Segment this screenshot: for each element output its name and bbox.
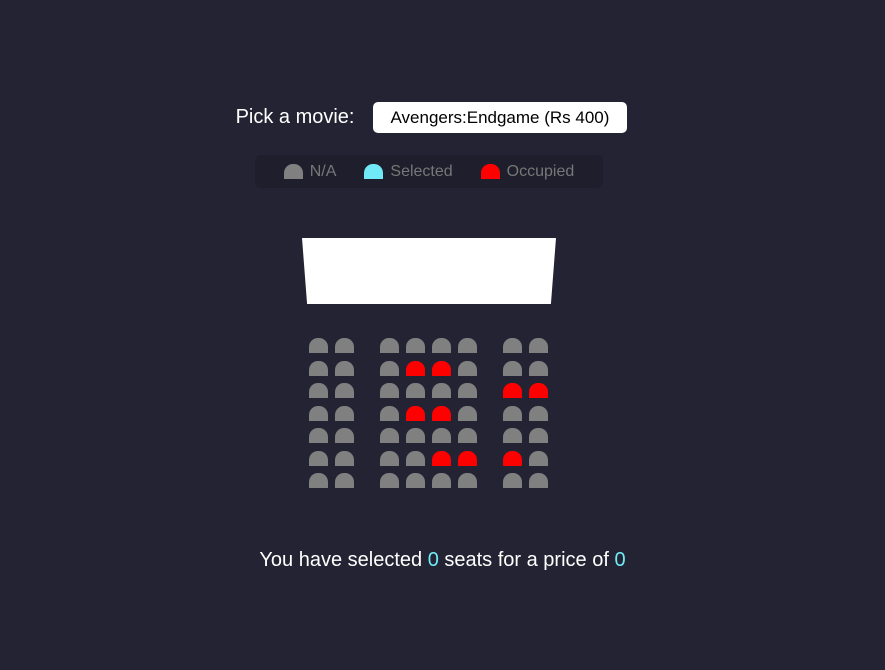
- legend-na-label: N/A: [309, 162, 337, 180]
- selection-summary: You have selected 0 seats for a price of…: [0, 549, 885, 572]
- movie-select-value: Avengers:Endgame (Rs 400): [390, 107, 610, 127]
- seat-available[interactable]: [406, 383, 425, 398]
- seat-available[interactable]: [406, 338, 425, 353]
- seat-available[interactable]: [335, 338, 354, 353]
- seat-occupied: [503, 450, 522, 466]
- seat-row: [309, 405, 555, 421]
- seat-available[interactable]: [432, 383, 451, 398]
- seat-row: [309, 338, 555, 353]
- seat-available[interactable]: [503, 473, 522, 488]
- movie-picker: Pick a movie: Avengers:Endgame (Rs 400): [0, 102, 885, 133]
- seat-occupied: [432, 450, 451, 466]
- seat-available[interactable]: [380, 450, 399, 466]
- seat-available[interactable]: [380, 383, 399, 398]
- seat-available[interactable]: [309, 405, 328, 421]
- movie-select[interactable]: Avengers:Endgame (Rs 400): [372, 102, 628, 133]
- seat-available[interactable]: [458, 428, 477, 443]
- seat-available[interactable]: [432, 428, 451, 443]
- seat-available[interactable]: [406, 428, 425, 443]
- seat-available[interactable]: [458, 360, 477, 376]
- seat-available[interactable]: [335, 383, 354, 398]
- seat-available[interactable]: [503, 360, 522, 376]
- seat-available[interactable]: [380, 428, 399, 443]
- available-seat-icon: [283, 164, 303, 179]
- seat-available[interactable]: [380, 405, 399, 421]
- selected-seat-icon: [364, 164, 384, 179]
- seat-available[interactable]: [309, 360, 328, 376]
- legend-occupied-label: Occupied: [506, 162, 575, 180]
- legend-na: N/A: [283, 162, 337, 181]
- seat-available[interactable]: [335, 450, 354, 466]
- seat-occupied: [406, 405, 425, 421]
- seat-available[interactable]: [309, 450, 328, 466]
- seat-available[interactable]: [503, 405, 522, 421]
- seat-available[interactable]: [380, 338, 399, 353]
- seat-available[interactable]: [380, 473, 399, 488]
- seat-available[interactable]: [309, 383, 328, 398]
- seat-occupied: [503, 383, 522, 398]
- seat-available[interactable]: [458, 338, 477, 353]
- movie-label: Pick a movie:: [235, 106, 355, 128]
- seat-available[interactable]: [529, 450, 548, 466]
- seat-occupied: [529, 383, 548, 398]
- seat-available[interactable]: [335, 473, 354, 488]
- occupied-seat-icon: [480, 164, 500, 179]
- seat-available[interactable]: [335, 360, 354, 376]
- seat-available[interactable]: [432, 473, 451, 488]
- summary-text-before: You have selected: [259, 549, 428, 571]
- seat-available[interactable]: [529, 360, 548, 376]
- seat-map: [309, 338, 555, 496]
- seat-row: [309, 428, 555, 443]
- seat-occupied: [458, 450, 477, 466]
- seat-available[interactable]: [380, 360, 399, 376]
- cinema-screen: [302, 238, 556, 304]
- seat-available[interactable]: [335, 405, 354, 421]
- seat-row: [309, 360, 555, 376]
- seat-available[interactable]: [529, 338, 548, 353]
- seat-available[interactable]: [458, 383, 477, 398]
- selected-count: 0: [427, 549, 439, 571]
- seat-occupied: [432, 405, 451, 421]
- seat-available[interactable]: [309, 338, 328, 353]
- seat-legend: N/A Selected Occupied: [255, 155, 603, 188]
- total-price: 0: [614, 549, 626, 571]
- seat-row: [309, 450, 555, 466]
- legend-selected: Selected: [364, 162, 453, 181]
- seat-row: [309, 473, 555, 488]
- summary-text-middle: seats for a price of: [438, 549, 615, 571]
- seat-row: [309, 383, 555, 398]
- seat-available[interactable]: [458, 405, 477, 421]
- seat-available[interactable]: [529, 405, 548, 421]
- seat-available[interactable]: [406, 450, 425, 466]
- seat-available[interactable]: [406, 473, 425, 488]
- legend-occupied: Occupied: [480, 162, 575, 181]
- seat-available[interactable]: [458, 473, 477, 488]
- seat-available[interactable]: [335, 428, 354, 443]
- seat-available[interactable]: [503, 338, 522, 353]
- legend-selected-label: Selected: [390, 162, 453, 180]
- seat-available[interactable]: [529, 473, 548, 488]
- seat-available[interactable]: [432, 338, 451, 353]
- seat-available[interactable]: [309, 473, 328, 488]
- seat-occupied: [406, 360, 425, 376]
- seat-occupied: [432, 360, 451, 376]
- seat-available[interactable]: [503, 428, 522, 443]
- seat-available[interactable]: [309, 428, 328, 443]
- seat-available[interactable]: [529, 428, 548, 443]
